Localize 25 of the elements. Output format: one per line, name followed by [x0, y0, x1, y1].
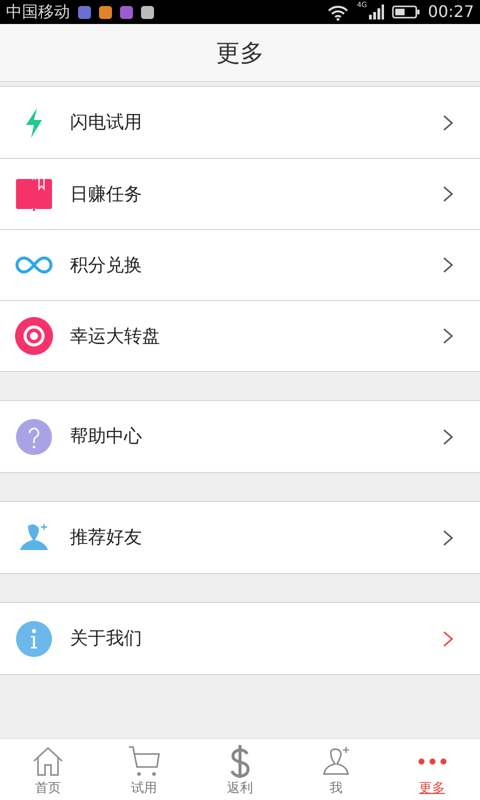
signal-icon — [368, 4, 384, 20]
page-title: 更多 — [216, 38, 264, 68]
notification-icon — [141, 6, 154, 18]
more-icon — [418, 758, 446, 764]
target-icon — [14, 316, 54, 356]
chevron-right-icon — [442, 428, 454, 446]
info-icon — [14, 618, 54, 658]
chevron-right-icon — [442, 630, 454, 648]
carrier-name: 中国移动 — [6, 1, 70, 23]
tab[interactable]: 首页 — [0, 739, 96, 800]
notification-icon — [120, 6, 133, 18]
tab[interactable]: 我 — [288, 739, 384, 800]
tab[interactable]: 试用 — [96, 739, 192, 800]
notification-icon — [78, 6, 91, 18]
tab[interactable]: 返利 — [192, 739, 288, 800]
clock-time: 00:27 — [428, 1, 474, 23]
wifi-icon — [327, 4, 349, 20]
chevron-right-icon — [442, 528, 454, 546]
chevron-right-icon — [442, 327, 454, 345]
chevron-right-icon — [442, 114, 454, 132]
notification-icon — [99, 6, 112, 18]
chevron-right-icon — [442, 256, 454, 274]
chevron-right-icon — [442, 185, 454, 203]
battery-icon — [392, 4, 420, 20]
help-icon — [14, 416, 54, 456]
